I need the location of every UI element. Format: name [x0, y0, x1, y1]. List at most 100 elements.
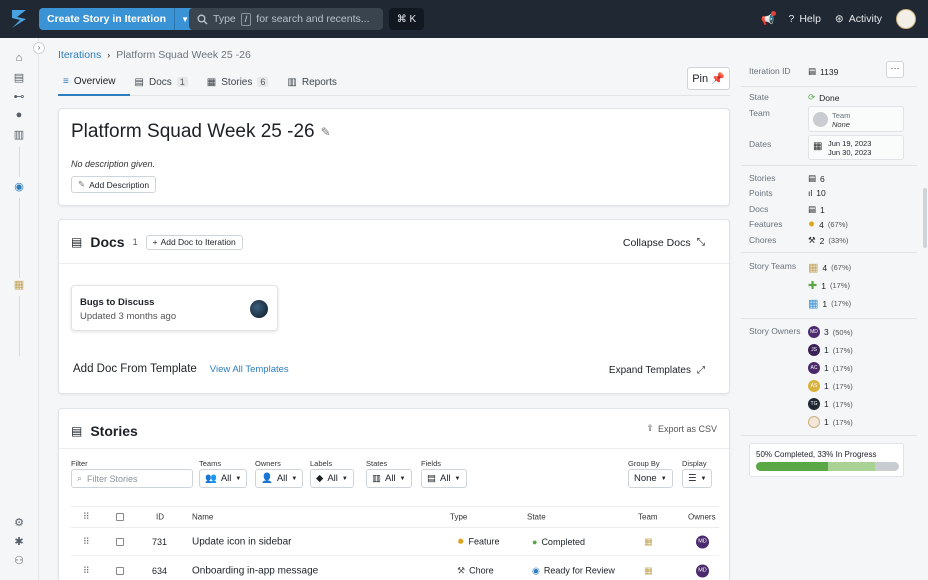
team-icon[interactable]: ▦ [12, 278, 26, 291]
column-team[interactable]: Team [638, 513, 658, 522]
story-state[interactable]: ● Completed [532, 537, 585, 547]
progress-completed-fill [756, 462, 828, 471]
story-owner-row[interactable]: 1 (17%) [808, 416, 853, 428]
help-button[interactable]: ? Help [788, 13, 820, 25]
settings-icon[interactable]: ⚙ [12, 516, 26, 529]
table-row[interactable]: ⠿ 634 Onboarding in-app message ⚒ Chore … [71, 557, 719, 580]
display-dropdown[interactable]: ☰ ▼ [682, 469, 713, 488]
iteration-title[interactable]: Platform Squad Week 25 -26 ✎ [71, 121, 331, 143]
add-description-button[interactable]: ✎ Add Description [71, 176, 157, 193]
stories-card: ▤ Stories ⇪ Export as CSV Filter ⌕ Filte… [58, 408, 730, 580]
story-owner-row[interactable]: JS 1 (17%) [808, 344, 853, 356]
dates-label: Dates [749, 139, 772, 149]
drag-handle-icon[interactable]: ⠿ [83, 536, 90, 547]
home-icon[interactable]: ⌂ [12, 52, 26, 64]
stories-heading: ▤ Stories [71, 423, 138, 439]
column-state[interactable]: State [527, 513, 546, 522]
team-selector[interactable]: Team None [808, 106, 904, 132]
story-owner-row[interactable]: AS 1 (17%) [808, 380, 853, 392]
story-owner-row[interactable]: TG 1 (17%) [808, 398, 853, 410]
integrations-icon[interactable]: ✱ [12, 535, 26, 548]
fields-icon: ▤ [427, 473, 436, 484]
labels-filter-dropdown[interactable]: ◆ All ▼ [310, 469, 354, 488]
row-checkbox[interactable] [116, 537, 124, 546]
binoculars-icon[interactable]: ⊷ [12, 90, 26, 103]
collapse-docs-button[interactable]: Collapse Docs ⤡ [623, 236, 705, 249]
progress-bar [756, 462, 899, 471]
expand-templates-button[interactable]: Expand Templates ⤢ [609, 365, 705, 376]
breadcrumb-iterations-link[interactable]: Iterations [58, 49, 101, 61]
iteration-id-value[interactable]: ▤ 1139 [808, 66, 838, 77]
states-filter-dropdown[interactable]: ▥ All ▼ [366, 469, 412, 488]
fields-filter-dropdown[interactable]: ▤ All ▼ [421, 469, 467, 488]
date-end: Jun 30, 2023 [828, 148, 872, 157]
story-team-row[interactable]: ▦ 1 (17%) [808, 297, 851, 310]
checkbox-box [116, 566, 124, 575]
more-actions-button[interactable]: ··· [886, 61, 904, 78]
teams-filter-dropdown[interactable]: 👥 All ▼ [199, 469, 248, 488]
activity-button[interactable]: ⊛ Activity [835, 13, 882, 25]
team-count: 1 [821, 280, 826, 291]
docs-heading: ▤ Docs 1 + Add Doc to Iteration [71, 234, 243, 250]
invite-user-icon[interactable]: ⚇ [12, 554, 26, 567]
story-team-row[interactable]: ✚ 1 (17%) [808, 279, 850, 292]
tab-stories[interactable]: ▦ Stories 6 [202, 68, 283, 96]
labels-filter-label: Labels [310, 459, 333, 468]
roadmap-icon[interactable]: ● [12, 109, 26, 121]
column-name[interactable]: Name [192, 513, 213, 522]
view-all-templates-link[interactable]: View All Templates [210, 364, 289, 375]
row-checkbox[interactable] [116, 566, 124, 575]
search-input[interactable]: Type / for search and recents... [189, 8, 383, 30]
export-icon: ⇪ [646, 423, 654, 433]
shortcut-logo-icon[interactable] [8, 7, 30, 31]
export-csv-button[interactable]: ⇪ Export as CSV [646, 423, 717, 434]
announcements-button[interactable]: 📢 [761, 10, 777, 26]
tab-label: Stories [221, 76, 253, 88]
stories-icon[interactable]: ▤ [12, 71, 26, 84]
scrollbar-thumb[interactable] [923, 188, 927, 248]
story-name[interactable]: Update icon in sidebar [192, 536, 292, 547]
team-count: 1 [822, 298, 828, 309]
pencil-icon[interactable]: ✎ [321, 125, 331, 139]
filter-stories-input[interactable]: ⌕ Filter Stories [71, 469, 193, 488]
story-name[interactable]: Onboarding in-app message [192, 565, 318, 576]
story-team-row[interactable]: ▦ 4 (67%) [808, 261, 851, 274]
overview-icon: ≡ [63, 75, 69, 87]
reports-icon[interactable]: ▥ [12, 128, 26, 141]
iterations-icon[interactable]: ◉ [12, 180, 26, 193]
story-state[interactable]: ◉ Ready for Review [532, 565, 615, 576]
table-row[interactable]: ⠿ 731 Update icon in sidebar ✹ Feature ●… [71, 528, 719, 556]
column-owners[interactable]: Owners [688, 513, 716, 522]
docs-count: 1 [132, 237, 138, 247]
expand-nav-button[interactable]: › [33, 42, 45, 54]
drag-handle-icon[interactable]: ⠿ [83, 565, 90, 576]
command-shortcut-button[interactable]: ⌘ K [389, 8, 424, 30]
owner-count: 1 [824, 417, 829, 427]
owner-count: 1 [824, 345, 829, 355]
tab-count: 6 [257, 77, 269, 87]
tab-overview[interactable]: ≡ Overview [58, 68, 130, 96]
checkbox-box [116, 537, 124, 546]
page-scrollbar[interactable] [922, 38, 928, 580]
feature-icon: ✹ [457, 536, 465, 546]
tab-bar: ≡ Overview ▤ Docs 1 ▦ Stories 6 ▥ Report… [58, 68, 730, 96]
story-owner-row[interactable]: AC 1 (17%) [808, 362, 853, 374]
column-type[interactable]: Type [450, 513, 467, 522]
team-label: Team [749, 108, 770, 118]
state-value[interactable]: ⟳ Done [808, 92, 839, 103]
dates-selector[interactable]: ▦ Jun 19, 2023 Jun 30, 2023 [808, 135, 904, 160]
story-owner-row[interactable]: MD 3 (50%) [808, 326, 853, 338]
doc-tile[interactable]: Bugs to Discuss Updated 3 months ago [71, 285, 278, 331]
group-by-dropdown[interactable]: None ▼ [628, 469, 673, 488]
tab-reports[interactable]: ▥ Reports [282, 68, 350, 96]
tab-docs[interactable]: ▤ Docs 1 [130, 68, 202, 96]
create-story-button[interactable]: Create Story in Iteration ▼ [39, 8, 196, 30]
select-all-checkbox[interactable] [116, 513, 124, 521]
add-doc-button[interactable]: + Add Doc to Iteration [145, 234, 243, 250]
state-label: State [749, 92, 769, 102]
pin-button[interactable]: Pin 📌 [687, 67, 730, 90]
user-avatar[interactable] [896, 9, 916, 29]
group-by-label: Group By [628, 459, 660, 468]
column-id[interactable]: ID [156, 513, 164, 522]
owners-filter-dropdown[interactable]: 👤 All ▼ [255, 469, 304, 488]
